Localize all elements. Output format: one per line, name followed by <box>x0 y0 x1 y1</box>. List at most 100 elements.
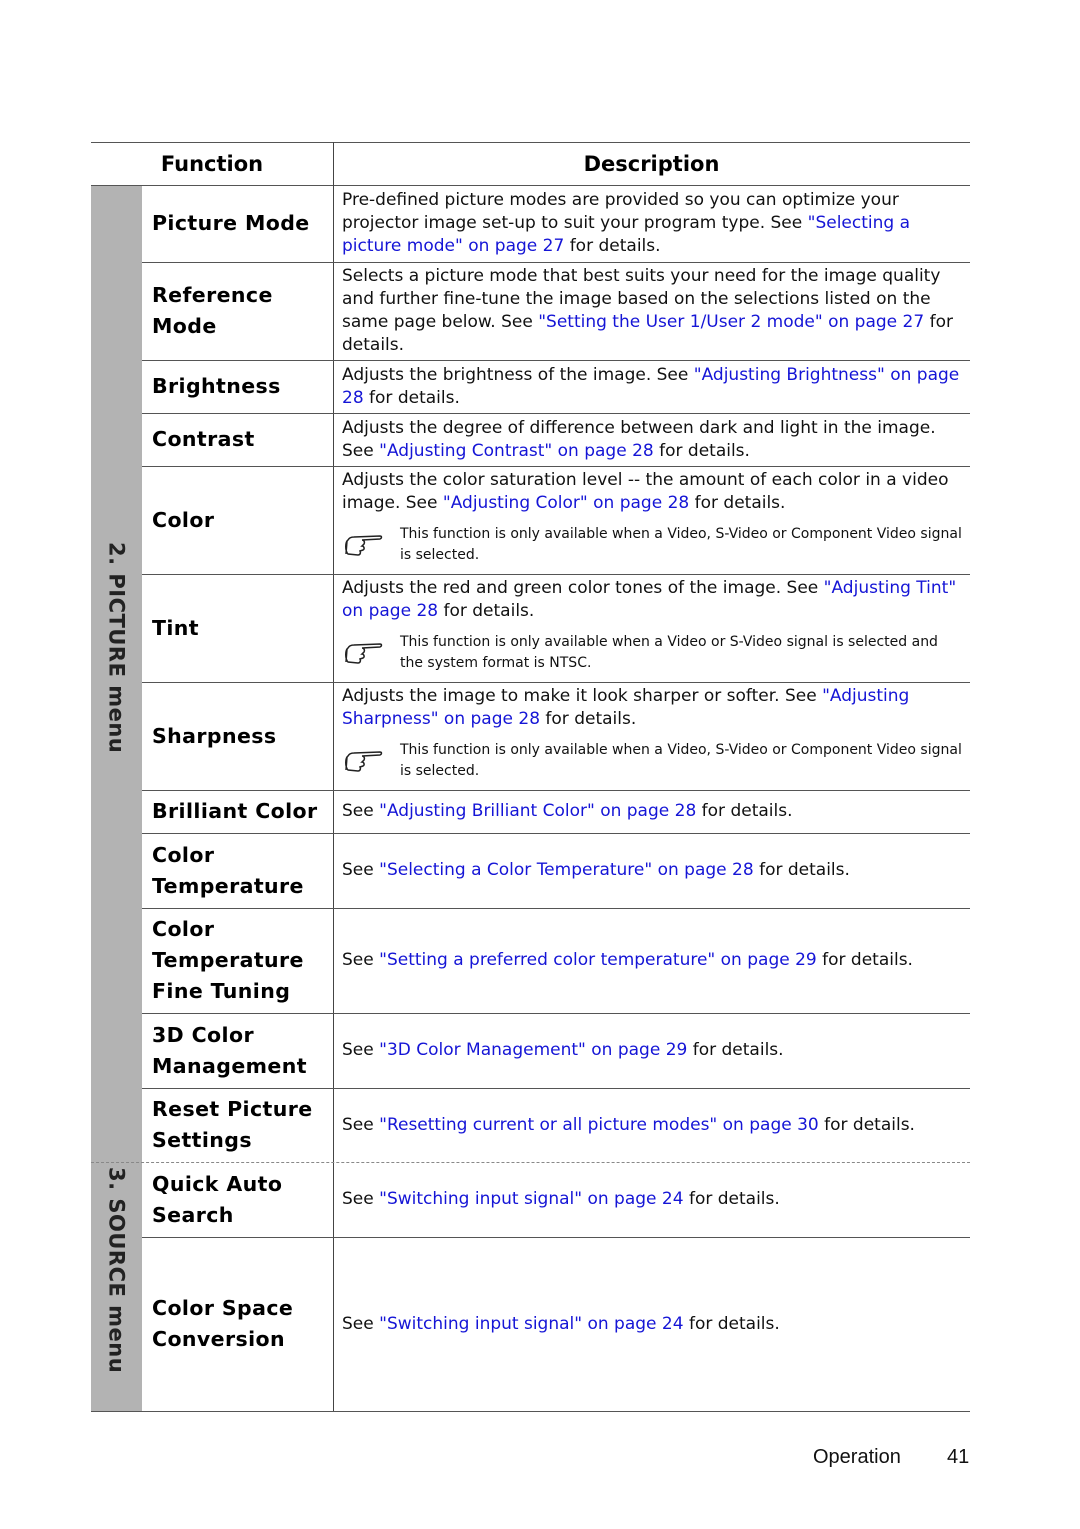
function-name-text: Quick Auto Search <box>152 1171 283 1227</box>
note-text: This function is only available when a V… <box>400 526 962 563</box>
header-function: Function <box>160 151 264 176</box>
cross-reference-link[interactable]: "Switching input signal" on page 24 <box>379 1189 683 1209</box>
description-text: See "Resetting current or all picture mo… <box>342 1114 962 1137</box>
function-name: Contrast <box>152 413 332 466</box>
function-name-text: Picture Mode <box>152 211 310 235</box>
cross-reference-link[interactable]: "3D Color Management" on page 29 <box>379 1040 687 1060</box>
description-post: for details. <box>683 1189 780 1209</box>
function-description: Adjusts the brightness of the image. See… <box>342 360 962 413</box>
function-description: See "Setting a preferred color temperatu… <box>342 908 962 1013</box>
description-pre: See <box>342 860 380 880</box>
function-description: See "Resetting current or all picture mo… <box>342 1088 962 1162</box>
description-pre: See <box>342 1189 380 1209</box>
description-post: for details. <box>683 1313 780 1334</box>
description-text: Adjusts the color saturation level -- th… <box>342 469 962 515</box>
function-name-text: Color <box>152 507 215 532</box>
function-description: See "Selecting a Color Temperature" on p… <box>342 833 962 908</box>
function-name-text: Sharpness <box>152 723 277 748</box>
description-post: for details. <box>540 709 637 729</box>
note-text: This function is only available when a V… <box>400 634 938 671</box>
cross-reference-link[interactable]: "Switching input signal" on page 24 <box>379 1314 683 1334</box>
description-pre: See <box>342 1040 380 1060</box>
function-name: Picture Mode <box>152 185 332 262</box>
description-post: for details. <box>818 1114 915 1135</box>
function-name: Color Temperature Fine Tuning <box>152 908 332 1013</box>
function-name: Sharpness <box>152 682 332 790</box>
cross-reference-link[interactable]: "Selecting a Color Temperature" on page … <box>379 860 754 880</box>
function-description: Selects a picture mode that best suits y… <box>342 262 962 360</box>
description-text: See "Setting a preferred color temperatu… <box>342 949 962 972</box>
description-text: Adjusts the degree of difference between… <box>342 417 962 463</box>
footer-page-number: 41 <box>947 1446 970 1468</box>
function-name-text: Reset Picture Settings <box>152 1097 313 1152</box>
function-name: Color Temperature <box>152 833 332 908</box>
note: This function is only available when a V… <box>342 524 962 566</box>
function-description: See "Switching input signal" on page 24 … <box>342 1237 962 1411</box>
description-pre: See <box>342 1114 380 1135</box>
function-name-text: Tint <box>152 615 200 640</box>
cross-reference-link[interactable]: "Adjusting Brilliant Color" on page 28 <box>379 801 696 821</box>
function-description: Adjusts the color saturation level -- th… <box>342 466 962 574</box>
column-divider <box>333 142 334 1412</box>
function-description: See "Switching input signal" on page 24 … <box>342 1162 962 1237</box>
function-name: Reset Picture Settings <box>152 1088 332 1162</box>
function-description: Pre-defined picture modes are provided s… <box>342 185 962 262</box>
function-name-text: Color Temperature <box>152 842 304 898</box>
footer-section: Operation <box>813 1446 901 1468</box>
function-name-text: Brilliant Color <box>152 799 318 823</box>
description-text: Selects a picture mode that best suits y… <box>342 265 962 357</box>
description-text: See "Adjusting Brilliant Color" on page … <box>342 800 962 823</box>
section-label-source: 3. SOURCE menu <box>104 1167 129 1374</box>
function-name: Color <box>152 466 332 574</box>
cross-reference-link[interactable]: "Setting the User 1/User 2 mode" on page… <box>538 312 924 332</box>
function-name-text: Color Temperature Fine Tuning <box>152 917 304 1003</box>
function-name: Brilliant Color <box>152 790 332 833</box>
description-post: for details. <box>753 860 850 880</box>
cross-reference-link[interactable]: "Adjusting Contrast" on page 28 <box>379 441 654 461</box>
cross-reference-link[interactable]: "Setting a preferred color temperature" … <box>379 950 817 970</box>
description-text: Adjusts the image to make it look sharpe… <box>342 685 962 731</box>
description-text: See "3D Color Management" on page 29 for… <box>342 1039 962 1062</box>
description-pre: Adjusts the brightness of the image. See <box>342 364 694 385</box>
note: This function is only available when a V… <box>342 740 962 782</box>
description-post: for details. <box>363 387 460 408</box>
description-text: See "Switching input signal" on page 24 … <box>342 1188 962 1211</box>
function-description: Adjusts the degree of difference between… <box>342 413 962 466</box>
header-description: Description <box>583 151 720 176</box>
description-pre: Adjusts the image to make it look sharpe… <box>342 686 823 706</box>
function-name: Color Space Conversion <box>152 1237 332 1411</box>
function-name-text: Reference Mode <box>152 283 273 338</box>
description-post: for details. <box>816 950 913 970</box>
function-name: 3D Color Management <box>152 1013 332 1088</box>
description-pre: See <box>342 1313 380 1334</box>
function-description: Adjusts the red and green color tones of… <box>342 574 962 682</box>
description-post: for details. <box>564 236 661 256</box>
description-text: Adjusts the brightness of the image. See… <box>342 364 962 410</box>
pointing-hand-icon <box>342 640 400 666</box>
function-name-text: Brightness <box>152 374 281 398</box>
note: This function is only available when a V… <box>342 632 962 674</box>
function-name: Tint <box>152 574 332 682</box>
description-text: Adjusts the red and green color tones of… <box>342 577 962 623</box>
description-pre: Adjusts the red and green color tones of… <box>342 578 824 598</box>
description-post: for details. <box>689 493 786 513</box>
description-pre: See <box>342 950 380 970</box>
cross-reference-link[interactable]: "Adjusting Color" on page 28 <box>443 493 689 513</box>
description-text: See "Switching input signal" on page 24 … <box>342 1313 962 1336</box>
pointing-hand-icon <box>342 532 400 558</box>
function-name-text: Color Space Conversion <box>152 1296 294 1351</box>
description-post: for details. <box>438 601 535 621</box>
function-name: Reference Mode <box>152 262 332 360</box>
function-name-text: Contrast <box>152 427 255 451</box>
function-description: Adjusts the image to make it look sharpe… <box>342 682 962 790</box>
description-post: for details. <box>653 440 750 461</box>
description-post: for details. <box>696 801 793 821</box>
description-post: for details. <box>687 1040 784 1060</box>
function-description: See "Adjusting Brilliant Color" on page … <box>342 790 962 833</box>
function-description: See "3D Color Management" on page 29 for… <box>342 1013 962 1088</box>
section-label-picture: 2. PICTURE menu <box>104 542 129 754</box>
function-name-text: 3D Color Management <box>152 1022 307 1078</box>
function-name: Quick Auto Search <box>152 1162 332 1237</box>
cross-reference-link[interactable]: "Resetting current or all picture modes"… <box>379 1115 819 1135</box>
description-text: See "Selecting a Color Temperature" on p… <box>342 859 962 882</box>
